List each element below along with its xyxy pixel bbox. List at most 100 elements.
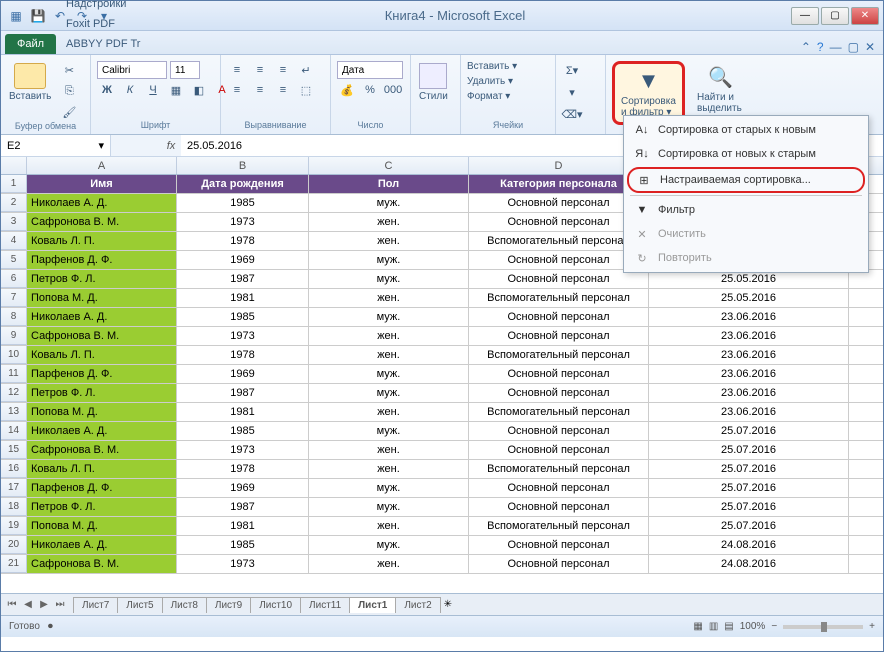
minimize-button[interactable]: — <box>791 7 819 25</box>
filter-item[interactable]: ▼ Фильтр <box>626 198 866 222</box>
cell-name[interactable]: Сафронова В. М. <box>27 441 177 459</box>
cell-name[interactable]: Парфенов Д. Ф. <box>27 365 177 383</box>
sheet-prev-icon[interactable]: ◀ <box>21 599 35 610</box>
macro-record-icon[interactable]: ⏺ <box>48 621 53 632</box>
italic-icon[interactable]: К <box>120 81 140 99</box>
zoom-out-icon[interactable]: − <box>771 621 777 632</box>
select-all-button[interactable] <box>1 157 27 174</box>
cell-sex[interactable]: муж. <box>309 422 469 440</box>
cell-year[interactable]: 1987 <box>177 270 309 288</box>
paste-button[interactable]: Вставить <box>7 61 53 104</box>
row-head[interactable]: 10 <box>1 346 27 364</box>
number-format-combo[interactable]: Дата <box>337 61 403 79</box>
cell-name[interactable]: Сафронова В. М. <box>27 555 177 573</box>
cell-cat[interactable]: Вспомогательный персонал <box>469 460 649 478</box>
cell-name[interactable]: Парфенов Д. Ф. <box>27 479 177 497</box>
cell-year[interactable]: 1985 <box>177 536 309 554</box>
cell-name[interactable]: Коваль Л. П. <box>27 346 177 364</box>
view-normal-icon[interactable]: ▦ <box>693 621 702 632</box>
cell-year[interactable]: 1969 <box>177 365 309 383</box>
row-head[interactable]: 15 <box>1 441 27 459</box>
col-head-C[interactable]: C <box>309 157 469 174</box>
cell-cat[interactable]: Основной персонал <box>469 441 649 459</box>
header-cell[interactable]: Имя <box>27 175 177 193</box>
cell-year[interactable]: 1969 <box>177 251 309 269</box>
row-head[interactable]: 19 <box>1 517 27 535</box>
sort-asc-item[interactable]: А↓ Сортировка от старых к новым <box>626 118 866 142</box>
cell-sex[interactable]: жен. <box>309 289 469 307</box>
row-head-1[interactable]: 1 <box>1 175 27 193</box>
cell-name[interactable]: Николаев А. Д. <box>27 194 177 212</box>
sheet-tab[interactable]: Лист10 <box>250 597 301 613</box>
cell-year[interactable]: 1973 <box>177 213 309 231</box>
cell-sex[interactable]: муж. <box>309 479 469 497</box>
sheet-first-icon[interactable]: ⏮ <box>5 599 19 610</box>
cell-year[interactable]: 1987 <box>177 384 309 402</box>
cell-cat[interactable]: Основной персонал <box>469 536 649 554</box>
cell-cat[interactable]: Вспомогательный персонал <box>469 289 649 307</box>
col-head-D[interactable]: D <box>469 157 649 174</box>
header-cell[interactable]: Категория персонала <box>469 175 649 193</box>
cell-name[interactable]: Попова М. Д. <box>27 289 177 307</box>
col-head-B[interactable]: B <box>177 157 309 174</box>
cell-date[interactable]: 25.07.2016 <box>649 517 849 535</box>
insert-cells-button[interactable]: Вставить ▾ <box>467 61 517 72</box>
cell-year[interactable]: 1973 <box>177 441 309 459</box>
row-head[interactable]: 7 <box>1 289 27 307</box>
cell-cat[interactable]: Основной персонал <box>469 251 649 269</box>
border-icon[interactable]: ▦ <box>166 81 186 99</box>
currency-icon[interactable]: 💰 <box>337 81 357 99</box>
cell-name[interactable]: Попова М. Д. <box>27 517 177 535</box>
sheet-tab[interactable]: Лист2 <box>395 597 440 613</box>
cell-date[interactable]: 25.07.2016 <box>649 441 849 459</box>
cell-year[interactable]: 1985 <box>177 422 309 440</box>
row-head[interactable]: 4 <box>1 232 27 250</box>
row-head[interactable]: 20 <box>1 536 27 554</box>
cell-name[interactable]: Николаев А. Д. <box>27 308 177 326</box>
align-center-icon[interactable]: ≡ <box>250 81 270 99</box>
underline-icon[interactable]: Ч <box>143 81 163 99</box>
cell-sex[interactable]: муж. <box>309 498 469 516</box>
view-layout-icon[interactable]: ▥ <box>709 621 718 632</box>
cell-year[interactable]: 1981 <box>177 289 309 307</box>
cell-date[interactable]: 25.07.2016 <box>649 460 849 478</box>
cell-name[interactable]: Николаев А. Д. <box>27 422 177 440</box>
cell-year[interactable]: 1973 <box>177 555 309 573</box>
col-head-A[interactable]: A <box>27 157 177 174</box>
ribbon-tab-8[interactable]: Надстройки <box>58 0 148 14</box>
align-middle-icon[interactable]: ≡ <box>250 61 270 79</box>
cell-year[interactable]: 1981 <box>177 403 309 421</box>
cell-year[interactable]: 1981 <box>177 517 309 535</box>
cell-cat[interactable]: Основной персонал <box>469 194 649 212</box>
cell-name[interactable]: Коваль Л. П. <box>27 232 177 250</box>
align-left-icon[interactable]: ≡ <box>227 81 247 99</box>
row-head[interactable]: 21 <box>1 555 27 573</box>
cell-name[interactable]: Петров Ф. Л. <box>27 384 177 402</box>
ribbon-tab-9[interactable]: Foxit PDF <box>58 14 148 34</box>
help-icon[interactable]: ? <box>817 40 824 54</box>
copy-icon[interactable]: ⎘ <box>59 82 79 100</box>
cell-year[interactable]: 1969 <box>177 479 309 497</box>
cell-sex[interactable]: жен. <box>309 346 469 364</box>
cell-sex[interactable]: жен. <box>309 460 469 478</box>
doc-restore-icon[interactable]: ▢ <box>848 40 859 54</box>
align-bottom-icon[interactable]: ≡ <box>273 61 293 79</box>
close-button[interactable]: ✕ <box>851 7 879 25</box>
cell-year[interactable]: 1985 <box>177 308 309 326</box>
save-icon[interactable]: 💾 <box>29 7 47 25</box>
cell-cat[interactable]: Основной персонал <box>469 555 649 573</box>
sheet-tab[interactable]: Лист11 <box>300 597 350 613</box>
cell-name[interactable]: Сафронова В. М. <box>27 213 177 231</box>
cell-cat[interactable]: Основной персонал <box>469 327 649 345</box>
cell-date[interactable]: 23.06.2016 <box>649 403 849 421</box>
zoom-label[interactable]: 100% <box>740 621 766 632</box>
cell-sex[interactable]: жен. <box>309 555 469 573</box>
styles-button[interactable]: Стили <box>417 61 450 104</box>
percent-icon[interactable]: % <box>360 81 380 99</box>
cell-name[interactable]: Попова М. Д. <box>27 403 177 421</box>
zoom-slider[interactable] <box>783 625 863 629</box>
align-right-icon[interactable]: ≡ <box>273 81 293 99</box>
cell-sex[interactable]: муж. <box>309 308 469 326</box>
cell-cat[interactable]: Основной персонал <box>469 384 649 402</box>
fx-icon[interactable]: fx <box>161 135 181 156</box>
